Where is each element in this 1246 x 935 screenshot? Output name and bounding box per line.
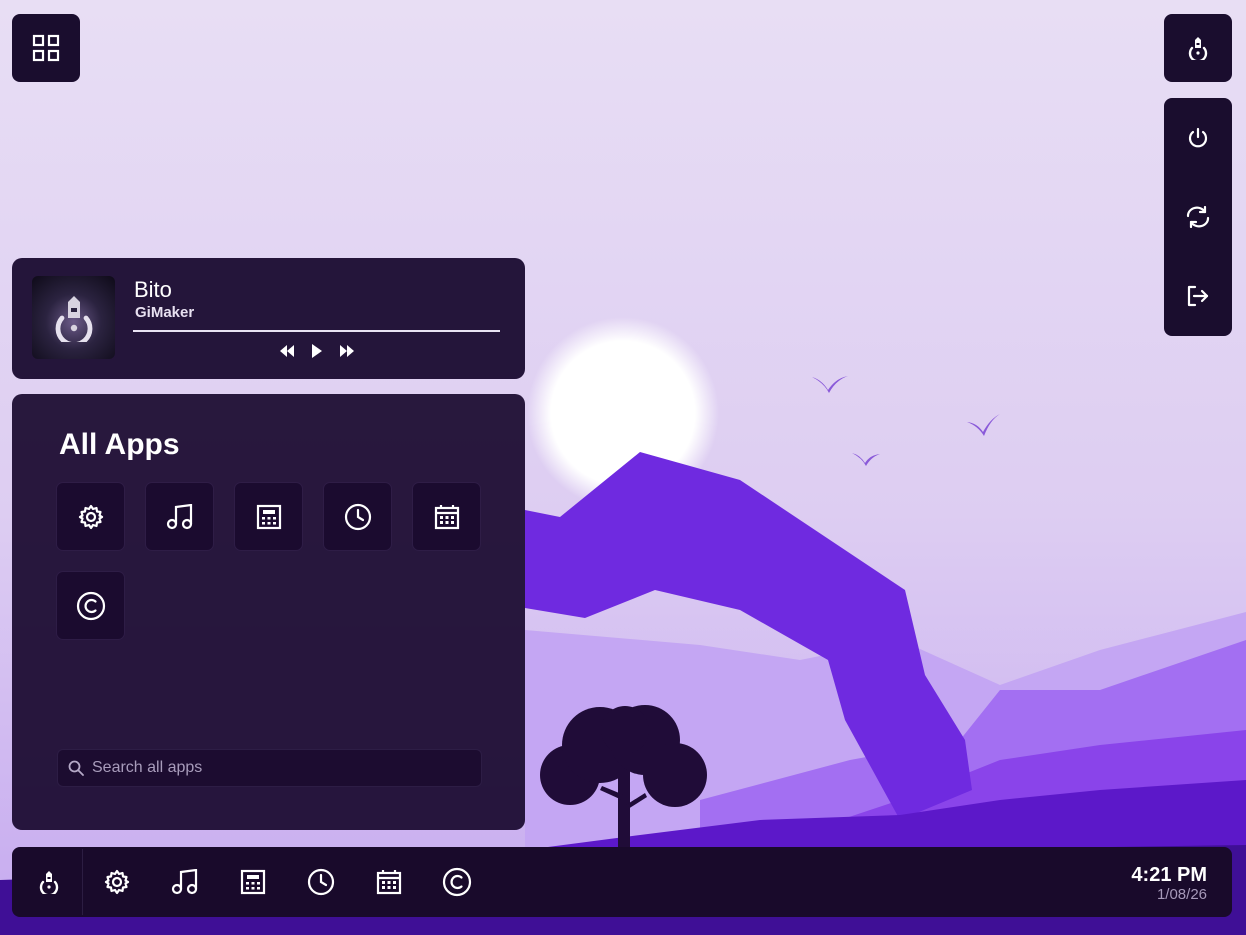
calendar-icon [376,869,402,895]
taskbar-copyright[interactable] [423,847,491,917]
search-input[interactable] [90,758,474,778]
play-icon [311,343,323,359]
logout-icon [1186,285,1210,307]
progress-bar[interactable] [133,330,500,332]
gimaker-logo-icon [38,870,60,894]
taskbar-clock-display[interactable]: 4:21 PM 1/08/26 [1131,865,1207,904]
taskbar-calendar[interactable] [355,847,423,917]
taskbar-calculator[interactable] [219,847,287,917]
fast-forward-icon [339,344,355,358]
apps-toggle-button[interactable] [12,14,80,82]
taskbar-clock[interactable] [287,847,355,917]
taskbar: 4:21 PM 1/08/26 [12,847,1232,917]
track-artist: GiMaker [135,304,195,321]
music-icon [166,503,194,530]
all-apps-heading: All Apps [59,428,180,461]
calculator-icon [256,504,282,530]
taskbar-settings[interactable] [83,847,151,917]
rewind-icon [279,344,295,358]
clock-time: 4:21 PM [1131,864,1207,886]
grid-icon [32,34,60,62]
calendar-icon [434,504,460,530]
app-search [57,749,482,787]
album-art [32,276,115,359]
app-settings[interactable] [57,483,124,550]
app-copyright[interactable] [57,572,124,639]
play-button[interactable] [307,341,327,361]
restart-button[interactable] [1164,182,1232,252]
playback-controls [277,341,357,361]
settings-icon [78,504,104,530]
media-player: Bito GiMaker [12,258,525,379]
rewind-button[interactable] [277,341,297,361]
app-calendar[interactable] [413,483,480,550]
taskbar-logo-button[interactable] [15,847,83,917]
music-icon [171,869,199,895]
gimaker-logo-icon [52,294,96,342]
copyright-icon [442,867,472,897]
power-icon [1187,127,1209,149]
power-button[interactable] [1164,103,1232,173]
power-menu [1164,98,1232,336]
track-title: Bito [134,277,172,302]
clock-icon [344,503,372,531]
taskbar-music[interactable] [151,847,219,917]
clock-date: 1/08/26 [1156,886,1207,903]
copyright-icon [76,591,106,621]
all-apps-panel: All Apps [12,394,525,830]
search-icon [68,760,84,776]
calculator-icon [240,869,266,895]
settings-icon [104,869,130,895]
app-music[interactable] [146,483,213,550]
restart-icon [1185,205,1211,228]
gimaker-logo-icon [1187,36,1209,60]
logout-button[interactable] [1164,261,1232,331]
clock-icon [307,868,335,896]
app-clock[interactable] [324,483,391,550]
logo-button[interactable] [1164,14,1232,82]
app-calculator[interactable] [235,483,302,550]
fast-forward-button[interactable] [337,341,357,361]
